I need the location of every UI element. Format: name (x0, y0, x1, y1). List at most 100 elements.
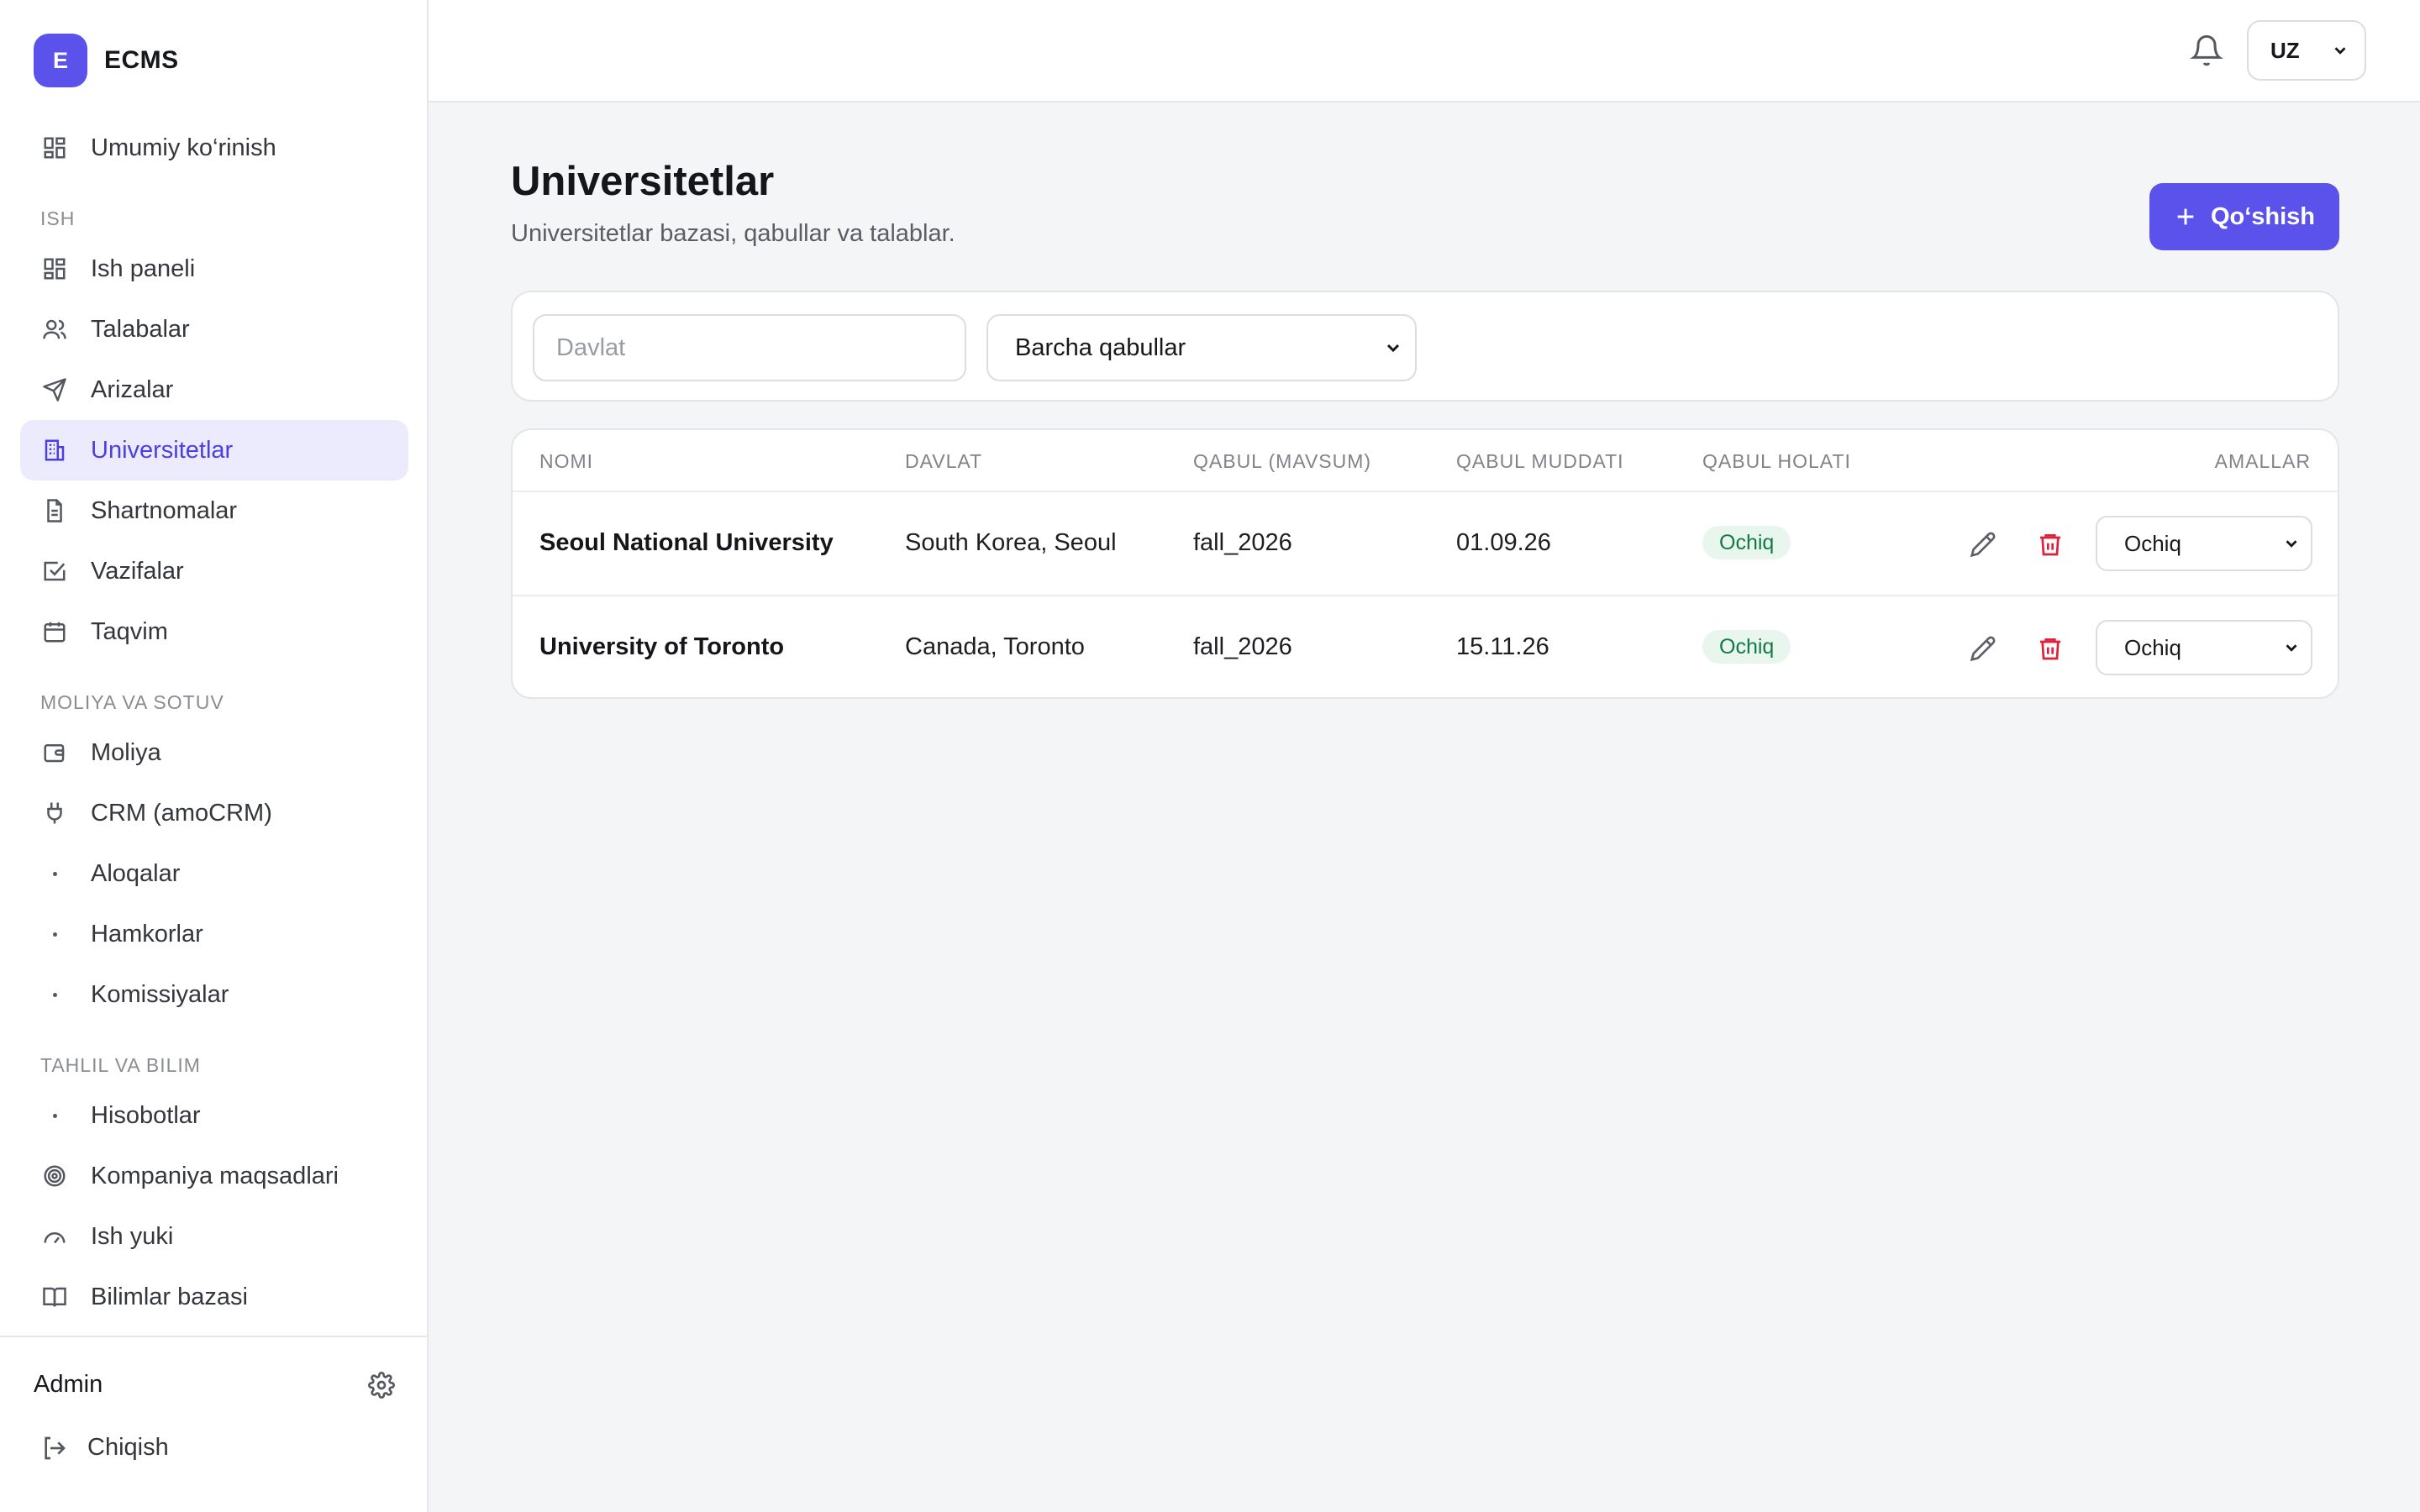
sidebar-item-label: Ish paneli (91, 255, 196, 282)
sidebar-item-contacts[interactable]: Aloqalar (20, 843, 408, 904)
sidebar-item-applications[interactable]: Arizalar (20, 360, 408, 420)
add-button[interactable]: Qo‘shish (2149, 183, 2339, 250)
sidebar-item-tasks[interactable]: Vazifalar (20, 541, 408, 601)
book-icon (40, 1283, 69, 1311)
table-row[interactable]: Seoul National University South Korea, S… (513, 492, 2338, 595)
sidebar-item-label: Umumiy ko‘rinish (91, 134, 276, 161)
sidebar-item-label: Kompaniya maqsadlari (91, 1162, 339, 1189)
sidebar-item-label: Shartnomalar (91, 496, 238, 524)
sidebar-item-workload[interactable]: Ish yuki (20, 1206, 408, 1267)
sidebar-item-calendar[interactable]: Taqvim (20, 601, 408, 662)
intake-filter-value: Barcha qabullar (1015, 333, 1186, 361)
gear-icon[interactable] (368, 1371, 395, 1399)
filter-bar: Barcha qabullar (511, 291, 2339, 402)
column-header-status[interactable]: QABUL HOLATI (1702, 450, 1851, 473)
sidebar-item-crm[interactable]: CRM (amoCRM) (20, 783, 408, 843)
dot-icon (40, 1101, 69, 1130)
logout-button[interactable]: Chiqish (40, 1434, 169, 1462)
sidebar-item-label: Moliya (91, 738, 161, 766)
column-header-deadline[interactable]: QABUL MUDDATI (1456, 450, 1624, 473)
bell-icon[interactable] (2190, 34, 2223, 67)
column-header-country[interactable]: DAVLAT (905, 450, 982, 473)
user-name: Admin (34, 1371, 103, 1398)
section-label-finance: MOLIYA VA SOTUV (40, 691, 224, 713)
table-row[interactable]: University of Toronto Canada, Toronto fa… (513, 595, 2338, 697)
dot-icon (40, 920, 69, 948)
status-select[interactable]: Ochiq (2096, 516, 2312, 571)
sidebar-item-label: Hamkorlar (91, 920, 203, 948)
document-icon (40, 496, 69, 525)
sidebar-item-label: Ish yuki (91, 1222, 174, 1250)
dashboard-icon (40, 255, 69, 283)
sidebar-item-label: CRM (amoCRM) (91, 799, 272, 827)
sidebar-item-label: Vazifalar (91, 557, 184, 585)
pencil-icon[interactable] (1966, 528, 2000, 561)
sidebar-item-label: Komissiyalar (91, 980, 229, 1008)
university-country: Canada, Toronto (905, 633, 1085, 660)
chevron-down-icon (2282, 638, 2301, 657)
sidebar-footer: Admin Chiqish (0, 1336, 427, 1512)
sidebar-item-label: Talabalar (91, 315, 190, 343)
trash-icon[interactable] (2033, 528, 2067, 561)
brand[interactable]: E ECMS (34, 34, 179, 87)
column-header-name[interactable]: NOMI (539, 450, 593, 473)
status-badge: Ochiq (1702, 630, 1791, 664)
page-subtitle: Universitetlar bazasi, qabullar va talab… (511, 220, 955, 247)
sidebar-item-finance[interactable]: Moliya (20, 722, 408, 783)
pencil-icon[interactable] (1966, 632, 2000, 665)
sidebar-nav: Umumiy ko‘rinish ISH Ish paneli Talabala… (20, 118, 408, 1327)
sidebar-item-label: Aloqalar (91, 859, 181, 887)
chevron-down-icon (2331, 41, 2349, 60)
university-intake: fall_2026 (1193, 529, 1292, 556)
status-badge: Ochiq (1702, 526, 1791, 559)
logout-label: Chiqish (87, 1434, 169, 1461)
university-name[interactable]: University of Toronto (539, 633, 784, 661)
intake-filter-select[interactable]: Barcha qabullar (986, 314, 1417, 381)
section-label-work: ISH (40, 207, 76, 229)
target-icon (40, 1162, 69, 1190)
chevron-down-icon (2282, 534, 2301, 553)
plug-icon (40, 799, 69, 827)
language-select[interactable]: UZ (2247, 20, 2366, 81)
sidebar-item-contracts[interactable]: Shartnomalar (20, 480, 408, 541)
sidebar-item-students[interactable]: Talabalar (20, 299, 408, 360)
university-deadline: 01.09.26 (1456, 529, 1551, 556)
trash-icon[interactable] (2033, 632, 2067, 665)
plus-icon (2174, 205, 2197, 228)
sidebar-item-reports[interactable]: Hisobotlar (20, 1085, 408, 1146)
brand-logo: E (34, 34, 87, 87)
column-header-actions: AMALLAR (2214, 450, 2311, 472)
dot-icon (40, 859, 69, 888)
status-select[interactable]: Ochiq (2096, 620, 2312, 675)
column-header-intake[interactable]: QABUL (MAVSUM) (1193, 450, 1371, 473)
country-filter-input[interactable] (533, 314, 966, 381)
sidebar: E ECMS Umumiy ko‘rinish ISH Ish paneli T… (0, 0, 429, 1512)
sidebar-item-universities[interactable]: Universitetlar (20, 420, 408, 480)
gauge-icon (40, 1222, 69, 1251)
university-deadline: 15.11.26 (1456, 633, 1549, 660)
send-icon (40, 375, 69, 404)
logout-icon (40, 1435, 67, 1462)
sidebar-item-overview[interactable]: Umumiy ko‘rinish (20, 118, 408, 178)
sidebar-item-partners[interactable]: Hamkorlar (20, 904, 408, 964)
universities-table: NOMI DAVLAT QABUL (MAVSUM) QABUL MUDDATI… (511, 428, 2339, 699)
sidebar-item-label: Hisobotlar (91, 1101, 201, 1129)
sidebar-item-label: Arizalar (91, 375, 174, 403)
status-select-value: Ochiq (2124, 530, 2181, 556)
sidebar-item-knowledge-base[interactable]: Bilimlar bazasi (20, 1267, 408, 1327)
sidebar-item-dashboard[interactable]: Ish paneli (20, 239, 408, 299)
university-name[interactable]: Seoul National University (539, 529, 834, 557)
sidebar-item-label: Taqvim (91, 617, 168, 645)
university-intake: fall_2026 (1193, 633, 1292, 660)
grid-icon (40, 134, 69, 162)
users-icon (40, 315, 69, 344)
wallet-icon (40, 738, 69, 767)
chevron-down-icon (1383, 338, 1403, 358)
dot-icon (40, 980, 69, 1009)
sidebar-item-label: Bilimlar bazasi (91, 1283, 248, 1310)
brand-name: ECMS (104, 46, 179, 74)
sidebar-item-company-goals[interactable]: Kompaniya maqsadlari (20, 1146, 408, 1206)
sidebar-item-commissions[interactable]: Komissiyalar (20, 964, 408, 1025)
section-label-analytics: TAHLIL VA BILIM (40, 1054, 201, 1076)
user-row: Admin (34, 1371, 395, 1399)
